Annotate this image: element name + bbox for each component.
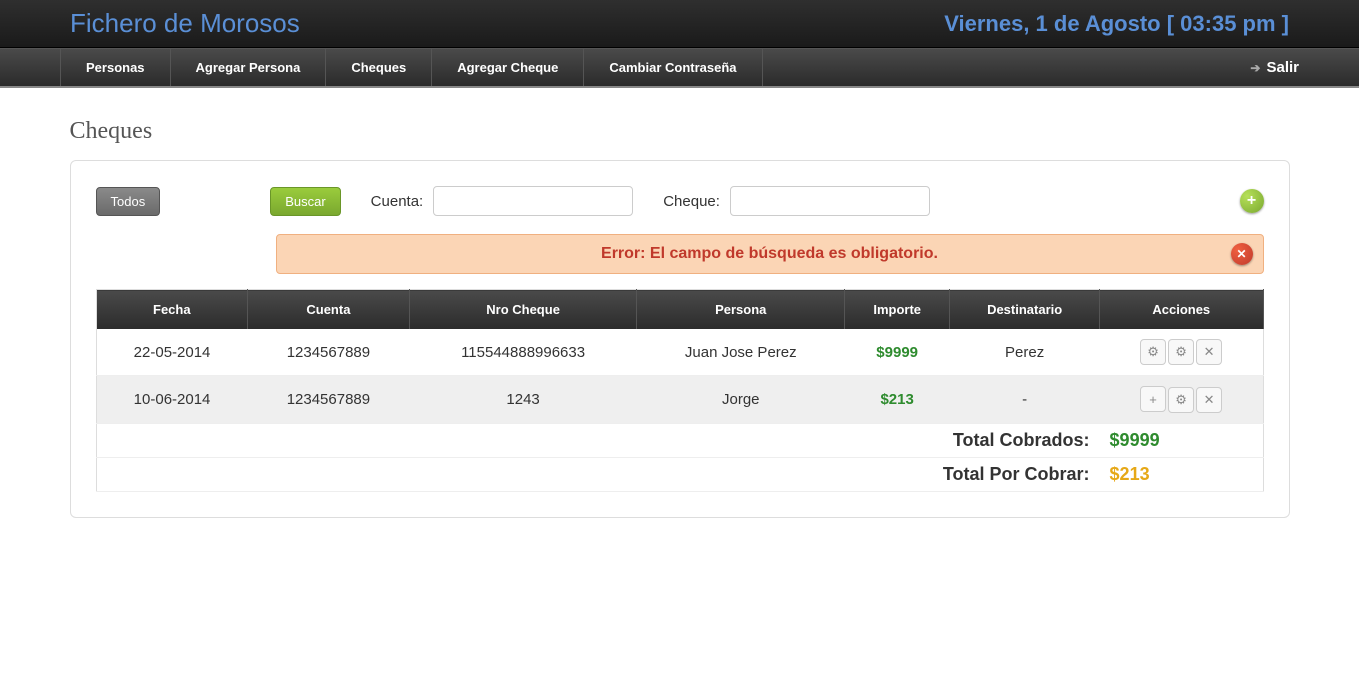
- row-action-1[interactable]: ⚙: [1140, 339, 1166, 365]
- th-nro: Nro Cheque: [409, 290, 637, 330]
- total-cobrados-label: Total Cobrados:: [96, 423, 1100, 457]
- cuenta-input[interactable]: [433, 186, 633, 216]
- cuenta-label: Cuenta:: [371, 193, 424, 210]
- cell-persona: Juan Jose Perez: [637, 329, 845, 376]
- cell-nro: 115544888996633: [409, 329, 637, 376]
- total-porcobrar-value: $213: [1100, 457, 1263, 491]
- row-action-settings[interactable]: ⚙: [1168, 339, 1194, 365]
- cell-importe: $213: [845, 376, 950, 424]
- th-acciones: Acciones: [1100, 290, 1263, 330]
- logout-label: Salir: [1266, 59, 1299, 76]
- datetime: Viernes, 1 de Agosto [ 03:35 pm ]: [944, 11, 1339, 37]
- table-row: 10-06-201412345678891243Jorge$213- + ⚙ ✕: [96, 376, 1263, 424]
- logout-arrow-icon: ➔: [1250, 61, 1260, 75]
- add-button[interactable]: +: [1240, 189, 1264, 213]
- nav-cheques[interactable]: Cheques: [326, 49, 432, 86]
- th-importe: Importe: [845, 290, 950, 330]
- cell-fecha: 10-06-2014: [96, 376, 248, 424]
- cell-cuenta: 1234567889: [248, 329, 410, 376]
- cell-dest: Perez: [950, 329, 1100, 376]
- cell-fecha: 22-05-2014: [96, 329, 248, 376]
- close-icon: ✕: [1204, 344, 1215, 360]
- navbar: Personas Agregar Persona Cheques Agregar…: [0, 48, 1359, 88]
- alert-close-button[interactable]: ✕: [1231, 243, 1253, 265]
- plus-icon: +: [1247, 192, 1256, 210]
- gear-icon: ⚙: [1175, 392, 1187, 408]
- th-persona: Persona: [637, 290, 845, 330]
- buscar-button[interactable]: Buscar: [270, 187, 340, 216]
- topbar: Fichero de Morosos Viernes, 1 de Agosto …: [0, 0, 1359, 48]
- table-row: 22-05-20141234567889115544888996633Juan …: [96, 329, 1263, 376]
- container: Cheques Todos Buscar Cuenta: Cheque: + E…: [70, 88, 1290, 538]
- cheque-input[interactable]: [730, 186, 930, 216]
- error-alert: Error: El campo de búsqueda es obligator…: [276, 234, 1264, 274]
- th-destinatario: Destinatario: [950, 290, 1100, 330]
- cell-actions: + ⚙ ✕: [1100, 376, 1263, 424]
- app-brand: Fichero de Morosos: [20, 8, 300, 39]
- search-toolbar: Todos Buscar Cuenta: Cheque: +: [96, 186, 1264, 216]
- cell-actions: ⚙ ⚙ ✕: [1100, 329, 1263, 376]
- cell-dest: -: [950, 376, 1100, 424]
- cell-nro: 1243: [409, 376, 637, 424]
- gear-icon: ⚙: [1175, 344, 1187, 360]
- total-cobrados-value: $9999: [1100, 423, 1263, 457]
- todos-button[interactable]: Todos: [96, 187, 161, 216]
- error-text: Error: El campo de búsqueda es obligator…: [601, 245, 938, 263]
- nav-agregar-persona[interactable]: Agregar Persona: [171, 49, 327, 86]
- nav-agregar-cheque[interactable]: Agregar Cheque: [432, 49, 584, 86]
- cell-persona: Jorge: [637, 376, 845, 424]
- cell-cuenta: 1234567889: [248, 376, 410, 424]
- gear-icon: ⚙: [1147, 344, 1159, 360]
- close-icon: ✕: [1204, 392, 1215, 408]
- row-action-delete[interactable]: ✕: [1196, 387, 1222, 413]
- nav-cambiar-contrasena[interactable]: Cambiar Contraseña: [584, 49, 762, 86]
- plus-icon: +: [1149, 392, 1157, 407]
- th-cuenta: Cuenta: [248, 290, 410, 330]
- page-title: Cheques: [70, 118, 1290, 145]
- close-icon: ✕: [1236, 247, 1246, 261]
- nav-personas[interactable]: Personas: [60, 49, 171, 86]
- row-action-settings[interactable]: ⚙: [1168, 387, 1194, 413]
- row-action-1[interactable]: +: [1140, 386, 1166, 412]
- cell-importe: $9999: [845, 329, 950, 376]
- total-porcobrar-label: Total Por Cobrar:: [96, 457, 1100, 491]
- cheque-label: Cheque:: [663, 193, 720, 210]
- th-fecha: Fecha: [96, 290, 248, 330]
- cheques-table: Fecha Cuenta Nro Cheque Persona Importe …: [96, 289, 1264, 492]
- main-panel: Todos Buscar Cuenta: Cheque: + Error: El…: [70, 160, 1290, 518]
- row-action-delete[interactable]: ✕: [1196, 339, 1222, 365]
- nav-left: Personas Agregar Persona Cheques Agregar…: [60, 49, 763, 86]
- nav-logout[interactable]: ➔ Salir: [1250, 59, 1299, 76]
